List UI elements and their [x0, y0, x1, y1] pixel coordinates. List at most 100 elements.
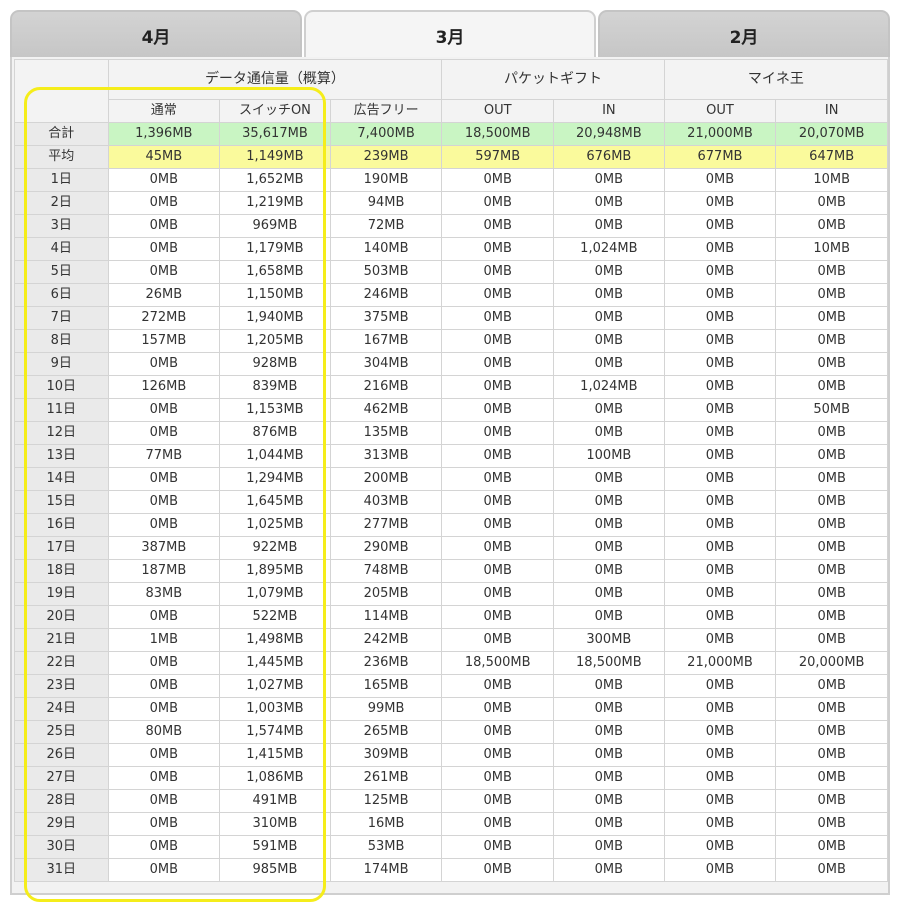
value-cell: 1MB — [107, 628, 221, 652]
value-cell: 0MB — [441, 444, 555, 468]
value-cell: 1,219MB — [219, 191, 331, 215]
value-cell: 0MB — [775, 559, 888, 583]
value-cell: 0MB — [441, 398, 555, 422]
value-cell: 18,500MB — [441, 122, 555, 146]
group-header-row: データ通信量（概算） パケットギフト マイネ王 — [14, 59, 889, 123]
value-cell: 0MB — [663, 283, 777, 307]
value-cell: 0MB — [441, 421, 555, 445]
value-cell: 10MB — [775, 168, 888, 192]
table-row: 27日 0MB 1,086MB 261MB 0MB 0MB 0MB 0MB — [14, 766, 888, 790]
value-cell: 0MB — [663, 674, 777, 698]
value-cell: 0MB — [775, 628, 888, 652]
value-cell: 0MB — [663, 628, 777, 652]
row-label: 3日 — [14, 214, 109, 238]
value-cell: 1,658MB — [219, 260, 331, 284]
value-cell: 20,070MB — [775, 122, 888, 146]
value-cell: 0MB — [107, 513, 221, 537]
tab-march[interactable]: 3月 — [304, 10, 596, 58]
value-cell: 309MB — [329, 743, 443, 767]
value-cell: 272MB — [107, 306, 221, 330]
value-cell: 0MB — [107, 674, 221, 698]
value-cell: 0MB — [441, 306, 555, 330]
value-cell: 10MB — [775, 237, 888, 261]
value-cell: 20,000MB — [775, 651, 888, 675]
value-cell: 16MB — [329, 812, 443, 836]
value-cell: 174MB — [329, 858, 443, 882]
row-label: 28日 — [14, 789, 109, 813]
row-label: 29日 — [14, 812, 109, 836]
value-cell: 72MB — [329, 214, 443, 238]
value-cell: 246MB — [329, 283, 443, 307]
value-cell: 0MB — [441, 191, 555, 215]
table-row: 5日 0MB 1,658MB 503MB 0MB 0MB 0MB 0MB — [14, 260, 888, 284]
value-cell: 0MB — [663, 697, 777, 721]
value-cell: 0MB — [441, 260, 555, 284]
value-cell: 0MB — [663, 858, 777, 882]
value-cell: 0MB — [107, 237, 221, 261]
table-row: 24日 0MB 1,003MB 99MB 0MB 0MB 0MB 0MB — [14, 697, 888, 721]
table-row: 13日 77MB 1,044MB 313MB 0MB 100MB 0MB 0MB — [14, 444, 888, 468]
value-cell: 310MB — [219, 812, 331, 836]
value-cell: 0MB — [441, 536, 555, 560]
value-cell: 21,000MB — [663, 651, 777, 675]
row-label: 5日 — [14, 260, 109, 284]
row-label: 16日 — [14, 513, 109, 537]
table-row: 28日 0MB 491MB 125MB 0MB 0MB 0MB 0MB — [14, 789, 888, 813]
value-cell: 0MB — [663, 375, 777, 399]
header-packet-gift: パケットギフト — [441, 59, 665, 100]
row-label: 17日 — [14, 536, 109, 560]
value-cell: 0MB — [441, 628, 555, 652]
value-cell: 591MB — [219, 835, 331, 859]
value-cell: 20,948MB — [553, 122, 665, 146]
value-cell: 1,027MB — [219, 674, 331, 698]
table-row: 8日 157MB 1,205MB 167MB 0MB 0MB 0MB 0MB — [14, 329, 888, 353]
value-cell: 491MB — [219, 789, 331, 813]
value-cell: 0MB — [775, 858, 888, 882]
value-cell: 1,086MB — [219, 766, 331, 790]
table-row: 9日 0MB 928MB 304MB 0MB 0MB 0MB 0MB — [14, 352, 888, 376]
value-cell: 0MB — [775, 191, 888, 215]
value-cell: 0MB — [663, 743, 777, 767]
row-label: 21日 — [14, 628, 109, 652]
value-cell: 0MB — [663, 352, 777, 376]
table-row: 29日 0MB 310MB 16MB 0MB 0MB 0MB 0MB — [14, 812, 888, 836]
value-cell: 1,294MB — [219, 467, 331, 491]
table-row: 3日 0MB 969MB 72MB 0MB 0MB 0MB 0MB — [14, 214, 888, 238]
value-cell: 0MB — [553, 743, 665, 767]
value-cell: 0MB — [107, 352, 221, 376]
value-cell: 0MB — [663, 835, 777, 859]
row-label: 22日 — [14, 651, 109, 675]
value-cell: 167MB — [329, 329, 443, 353]
row-label: 25日 — [14, 720, 109, 744]
value-cell: 0MB — [553, 490, 665, 514]
value-cell: 0MB — [663, 789, 777, 813]
row-label: 18日 — [14, 559, 109, 583]
value-cell: 0MB — [553, 168, 665, 192]
value-cell: 0MB — [107, 697, 221, 721]
value-cell: 0MB — [107, 467, 221, 491]
row-label: 23日 — [14, 674, 109, 698]
value-cell: 45MB — [107, 145, 221, 169]
value-cell: 0MB — [107, 260, 221, 284]
header-gift-out: OUT — [441, 99, 555, 123]
value-cell: 0MB — [107, 812, 221, 836]
value-cell: 0MB — [107, 835, 221, 859]
tab-february[interactable]: 2月 — [598, 10, 890, 58]
value-cell: 0MB — [553, 352, 665, 376]
table-row: 14日 0MB 1,294MB 200MB 0MB 0MB 0MB 0MB — [14, 467, 888, 491]
value-cell: 0MB — [441, 789, 555, 813]
value-cell: 0MB — [441, 766, 555, 790]
value-cell: 0MB — [553, 191, 665, 215]
value-cell: 1,652MB — [219, 168, 331, 192]
value-cell: 125MB — [329, 789, 443, 813]
value-cell: 0MB — [441, 329, 555, 353]
tab-april[interactable]: 4月 — [10, 10, 302, 58]
value-cell: 0MB — [107, 421, 221, 445]
value-cell: 0MB — [553, 812, 665, 836]
value-cell: 0MB — [441, 605, 555, 629]
value-cell: 0MB — [775, 329, 888, 353]
value-cell: 0MB — [441, 697, 555, 721]
value-cell: 676MB — [553, 145, 665, 169]
value-cell: 1,079MB — [219, 582, 331, 606]
value-cell: 0MB — [663, 168, 777, 192]
